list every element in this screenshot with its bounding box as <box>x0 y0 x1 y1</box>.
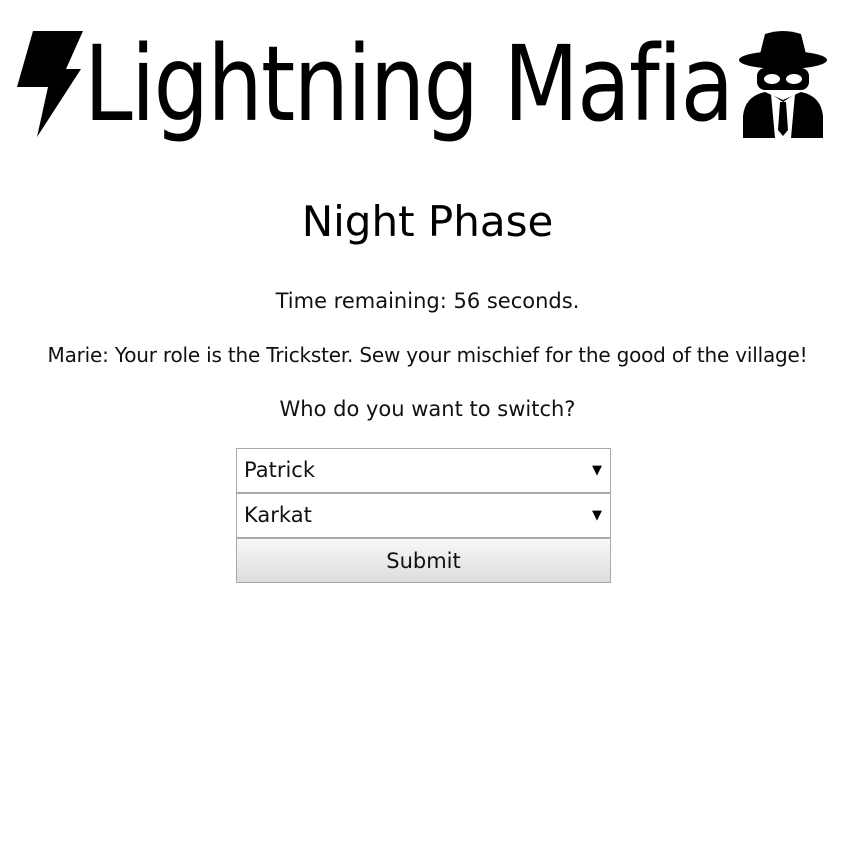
site-header: Lightning Mafia <box>0 0 855 150</box>
time-remaining-text: Time remaining: 56 seconds. <box>275 289 580 313</box>
site-title: Lightning Mafia <box>84 23 734 145</box>
switch-prompt: Who do you want to switch? <box>279 397 576 421</box>
role-message: Marie: Your role is the Trickster. Sew y… <box>47 343 808 367</box>
lightning-bolt-icon <box>17 31 83 137</box>
dropdown-arrow-icon: ▼ <box>592 508 602 523</box>
phase-title: Night Phase <box>301 197 554 246</box>
first-player-select[interactable]: Patrick ▼ <box>236 448 611 493</box>
dropdown-arrow-icon: ▼ <box>592 463 602 478</box>
second-player-selected-value: Karkat <box>244 503 312 527</box>
first-player-selected-value: Patrick <box>244 458 315 482</box>
submit-button[interactable]: Submit <box>236 538 611 583</box>
second-player-select[interactable]: Karkat ▼ <box>236 493 611 538</box>
spy-icon <box>739 31 827 138</box>
